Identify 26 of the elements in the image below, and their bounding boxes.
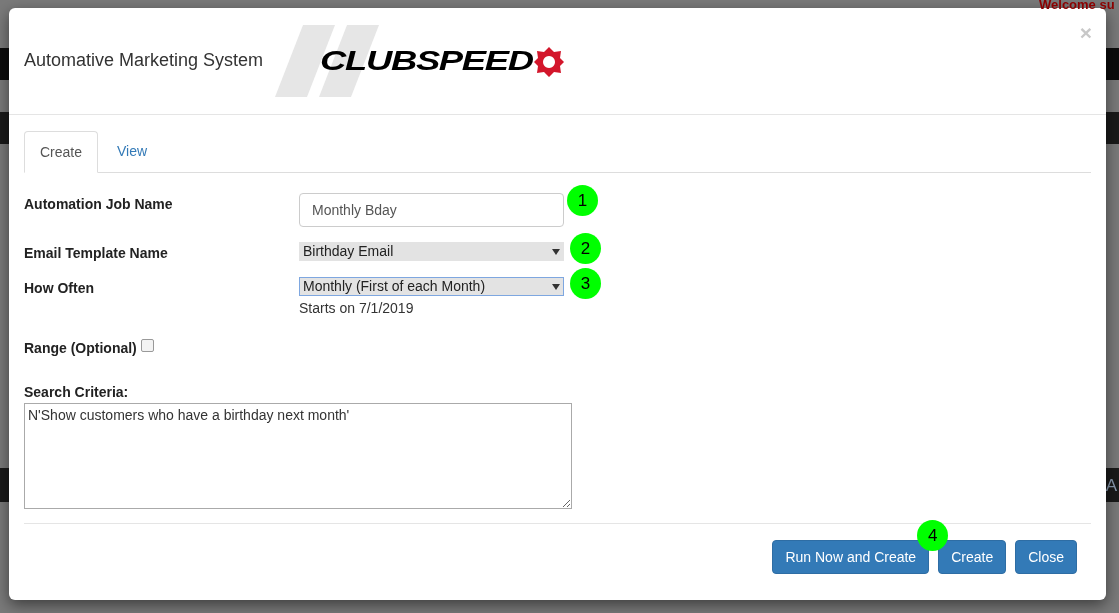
field-label: Range (Optional)	[24, 341, 137, 355]
dropdown[interactable]: Birthday Email	[299, 242, 564, 261]
callout-badge: 1	[567, 185, 598, 216]
hint-text: Starts on 7/1/2019	[299, 299, 415, 318]
checkbox[interactable]	[140, 338, 154, 352]
tab[interactable]: Create	[24, 131, 99, 173]
callout-badge: 2	[570, 233, 601, 264]
logo-text: CLUBSPEED	[320, 46, 533, 75]
field-label: Automation Job Name	[24, 197, 174, 214]
field-label: Search Criteria:	[24, 385, 130, 399]
modal-title: Automative Marketing System	[24, 48, 264, 72]
job-name-field[interactable]: Monthly Bday	[299, 193, 564, 227]
tab[interactable]: View	[98, 131, 167, 172]
action-button[interactable]: Close	[1015, 540, 1077, 574]
field-label: How Often	[24, 281, 95, 298]
caret-icon	[552, 283, 560, 290]
callout-badge: 3	[570, 268, 601, 299]
callout-badge: 4	[917, 520, 949, 551]
gear-icon	[533, 45, 566, 78]
caret-icon	[552, 248, 560, 255]
field-label: Email Template Name	[24, 246, 169, 263]
search-criteria-field[interactable]: N'Show customers who have a birthday next month'	[24, 403, 572, 509]
dropdown[interactable]: Monthly (First of each Month)	[299, 277, 564, 296]
background-text: A	[1105, 476, 1118, 494]
action-button[interactable]: Create	[938, 540, 1007, 574]
action-button[interactable]: Run Now and Create	[772, 540, 930, 574]
